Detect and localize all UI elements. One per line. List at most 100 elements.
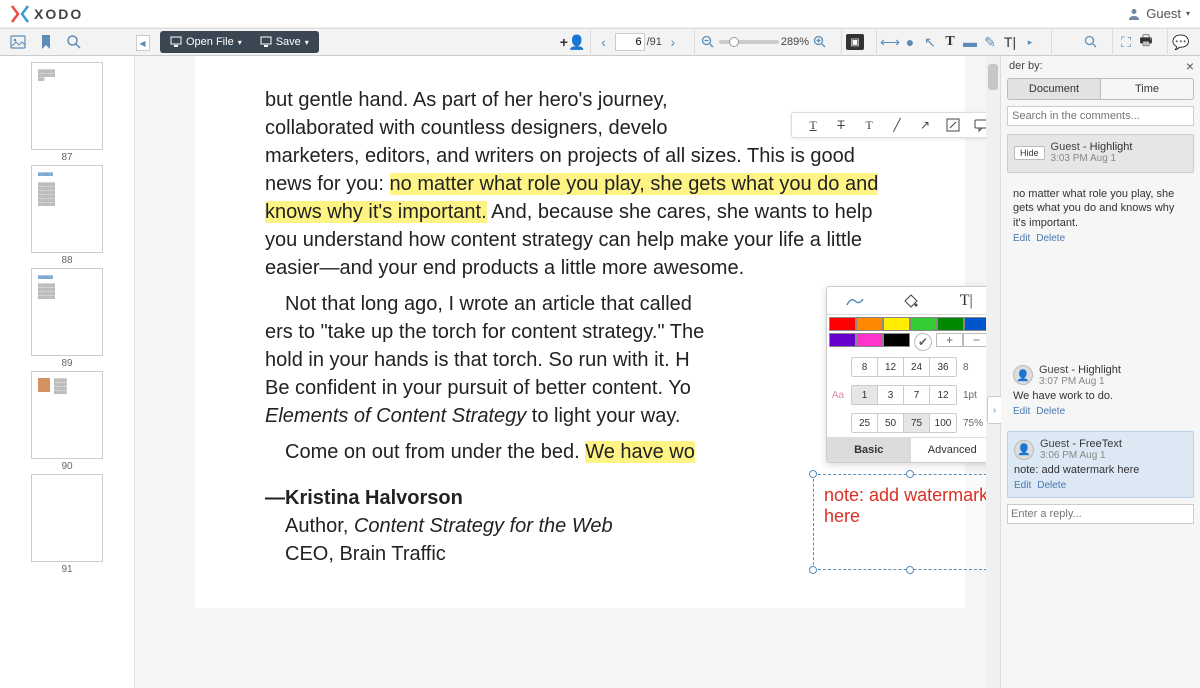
swatch-darkgreen[interactable] (937, 317, 964, 331)
thickness-options[interactable]: 13712 (851, 385, 957, 405)
resize-handle[interactable] (906, 470, 914, 478)
open-file-button[interactable]: Open File▾ (164, 36, 248, 48)
apply-color-button[interactable]: ✔ (914, 333, 932, 351)
comments-panel: × › der by: Document Time Hide Guest - H… (1000, 56, 1200, 688)
stroke-tab[interactable] (827, 287, 883, 314)
user-icon (1127, 7, 1141, 21)
color-swatches (827, 315, 994, 333)
camera-icon[interactable]: ▣ (846, 34, 864, 50)
swatch-orange[interactable] (856, 317, 883, 331)
file-actions: Open File▾ Save▾ (160, 31, 319, 53)
page-indicator: /91 (615, 33, 662, 51)
order-by-label: der by: (1001, 56, 1200, 76)
monitor-icon (170, 36, 182, 48)
highlight-2[interactable]: We have wo (585, 441, 695, 463)
strikeout-tool-icon[interactable]: T (832, 116, 850, 134)
order-time[interactable]: Time (1101, 78, 1194, 100)
resize-handle[interactable] (809, 566, 817, 574)
save-button[interactable]: Save▾ (254, 36, 315, 48)
edit-link[interactable]: Edit (1013, 406, 1030, 417)
swatch-red[interactable] (829, 317, 856, 331)
search-doc-icon[interactable] (1082, 33, 1100, 51)
reply-input[interactable] (1007, 504, 1194, 524)
delete-link[interactable]: Delete (1036, 233, 1065, 244)
document-viewport[interactable]: but gentle hand. As part of her hero's j… (135, 56, 1000, 688)
prev-page-button[interactable]: ‹ (595, 33, 613, 51)
line-tool-icon[interactable]: ╱ (888, 116, 906, 134)
fill-tab[interactable] (883, 287, 939, 314)
underline-tool-icon[interactable]: T (804, 116, 822, 134)
swatch-black[interactable] (883, 333, 910, 347)
delete-link[interactable]: Delete (1037, 480, 1066, 491)
order-toggle: Document Time (1007, 78, 1194, 100)
comment-tool-icon[interactable]: ▬ (961, 33, 979, 51)
order-document[interactable]: Document (1007, 78, 1101, 100)
collapse-sidebar-button[interactable]: ◀ (136, 35, 150, 51)
caret-down-icon: ▾ (1186, 9, 1190, 18)
search-icon[interactable] (66, 34, 82, 50)
zoom-value: 289% (781, 36, 809, 48)
expand-panel-button[interactable]: › (987, 396, 1001, 424)
next-page-button[interactable]: › (664, 33, 682, 51)
swatch-purple[interactable] (829, 333, 856, 347)
thumb-88[interactable]: ████████████████████████████████████████… (31, 165, 103, 266)
add-user-icon[interactable]: +👤 (564, 33, 582, 51)
resize-handle[interactable] (809, 470, 817, 478)
user-menu[interactable]: Guest ▾ (1127, 6, 1190, 21)
chat-panel-icon[interactable]: 💬 (1172, 33, 1190, 51)
text-tool-icon[interactable]: T (941, 33, 959, 51)
vertical-scrollbar[interactable] (986, 56, 1000, 688)
annotation-toolbar: T T T ╱ ↗ (791, 112, 1000, 138)
zoom-in-icon[interactable] (811, 33, 829, 51)
comment-2[interactable]: 👤Guest - Highlight3:07 PM Aug 1 We have … (1007, 358, 1194, 423)
page-input[interactable] (615, 33, 645, 51)
author-name: —Kristina Halvorson (265, 484, 895, 512)
edit-link[interactable]: Edit (1014, 480, 1031, 491)
comment-3[interactable]: 👤Guest - FreeText3:06 PM Aug 1 note: add… (1007, 431, 1194, 498)
swatch-magenta[interactable] (856, 333, 883, 347)
comment-1-body: no matter what role you play, she gets w… (1007, 181, 1194, 250)
print-icon[interactable]: 🖶 (1137, 33, 1155, 51)
advanced-mode-tab[interactable]: Advanced (911, 438, 995, 462)
resize-handle[interactable] (906, 566, 914, 574)
edit-link[interactable]: Edit (1013, 233, 1030, 244)
more-tools-icon[interactable]: ▸ (1021, 33, 1039, 51)
image-icon[interactable] (10, 34, 26, 50)
swatch-green[interactable] (910, 317, 937, 331)
delete-link[interactable]: Delete (1036, 406, 1065, 417)
app-logo: XODO (10, 4, 83, 24)
avatar-icon: 👤 (1014, 440, 1034, 460)
signature-tool-icon[interactable] (944, 116, 962, 134)
arrow-tool-icon[interactable]: ↗ (916, 116, 934, 134)
add-color-button[interactable]: + (936, 333, 963, 347)
freetext-tool-icon[interactable]: T| (1001, 33, 1019, 51)
opacity-options[interactable]: 255075100 (851, 413, 957, 433)
app-header: XODO Guest ▾ (0, 0, 1200, 28)
xodo-logo-icon (10, 4, 30, 24)
main-area: ███████████████████87 ██████████████████… (0, 56, 1200, 688)
thumb-87[interactable]: ███████████████████87 (31, 62, 103, 163)
zoom-slider[interactable] (719, 40, 779, 44)
squiggly-tool-icon[interactable]: T (860, 116, 878, 134)
thumb-89[interactable]: ███████████████████████████████████████8… (31, 268, 103, 369)
search-comments-input[interactable] (1007, 106, 1194, 126)
thumb-90[interactable]: ████████████████████████90 (31, 371, 103, 472)
fullscreen-icon[interactable]: ⛶ (1117, 33, 1135, 51)
pan-tool-icon[interactable]: ⟷ (881, 33, 899, 51)
basic-mode-tab[interactable]: Basic (827, 438, 911, 462)
swatch-yellow[interactable] (883, 317, 910, 331)
pen-tool-icon[interactable]: ✎ (981, 33, 999, 51)
select-icon[interactable]: ↖ (921, 33, 939, 51)
comment-1[interactable]: Hide Guest - Highlight3:03 PM Aug 1 (1007, 134, 1194, 173)
hide-comment-button[interactable]: Hide (1014, 146, 1045, 160)
close-panel-button[interactable]: × (1186, 58, 1194, 74)
avatar-icon: 👤 (1013, 365, 1033, 385)
fit-width-icon[interactable]: ● (901, 33, 919, 51)
bookmark-icon[interactable] (38, 34, 54, 50)
font-size-options[interactable]: 8122436 (851, 357, 957, 377)
main-toolbar: ◀ Open File▾ Save▾ +👤 ‹ /91 › 289% ▣ (0, 28, 1200, 56)
freetext-annotation[interactable]: note: add watermark here (813, 474, 1000, 570)
thumbnail-sidebar: ███████████████████87 ██████████████████… (0, 56, 135, 688)
zoom-out-icon[interactable] (699, 33, 717, 51)
thumb-91[interactable]: 91 (31, 474, 103, 575)
